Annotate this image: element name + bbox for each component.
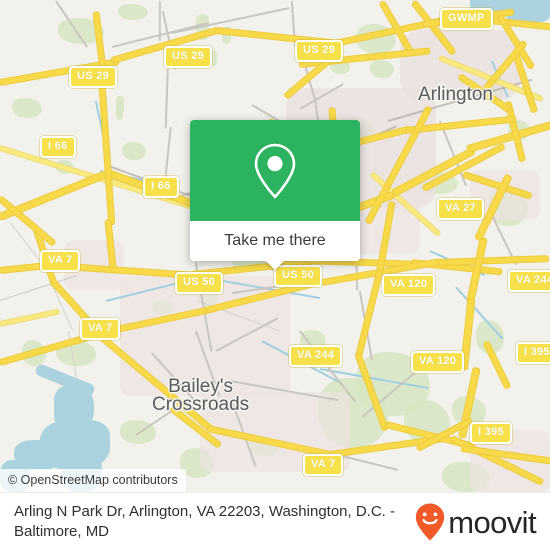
road-shield: US 29: [164, 46, 213, 68]
highway-us29: [99, 84, 115, 225]
road-shield: I 66: [143, 176, 179, 198]
card-pointer: [266, 261, 284, 270]
road-shield: US 29: [295, 40, 344, 62]
map-pin-icon: [254, 143, 296, 198]
park-area: [12, 98, 42, 118]
park-area: [370, 60, 394, 78]
park-area: [118, 4, 148, 20]
place-label: Arlington: [418, 84, 493, 106]
road-shield: VA 120: [382, 274, 436, 296]
location-title: Arling N Park Dr, Arlington, VA 22203, W…: [14, 503, 396, 540]
road-shield: US 29: [69, 66, 118, 88]
minor-road: [165, 68, 169, 129]
map-attribution[interactable]: © OpenStreetMap contributors: [0, 469, 186, 492]
place-label-line: Crossroads: [152, 394, 250, 415]
road-shield: US 50: [175, 272, 224, 294]
road-shield: VA 244: [508, 270, 550, 292]
place-label: Bailey's Crossroads: [152, 377, 250, 415]
road-shield: VA 7: [40, 250, 81, 272]
map-canvas[interactable]: GWMP US 29 US 29 US 29 I 66 I 66 VA 27 VA 7 US 5…: [0, 0, 550, 492]
take-me-there-button[interactable]: Take me there: [190, 221, 360, 261]
place-label-line: Arlington: [418, 84, 493, 105]
footer-bar: Arling N Park Dr, Arlington, VA 22203, W…: [0, 492, 550, 550]
moovit-pin-smile-icon: [416, 503, 445, 541]
minor-road: [159, 0, 161, 41]
road-shield: I 395: [516, 342, 550, 364]
take-me-there-card[interactable]: Take me there: [190, 120, 360, 270]
road-shield: I 66: [40, 136, 76, 158]
road-shield: VA 7: [303, 454, 344, 476]
park-area: [122, 142, 146, 160]
secondary-road: [0, 309, 60, 326]
moovit-wordmark: moovit: [448, 504, 536, 540]
road-shield: GWMP: [440, 8, 493, 30]
road-shield: VA 244: [289, 345, 343, 367]
road-shield: VA 7: [80, 318, 121, 340]
moovit-logo[interactable]: moovit: [414, 502, 550, 542]
park-area: [116, 100, 123, 120]
road-shield: VA 27: [437, 198, 484, 220]
map-page: GWMP US 29 US 29 US 29 I 66 I 66 VA 27 VA 7 US 5…: [0, 0, 550, 550]
road-shield: VA 120: [411, 351, 465, 373]
highway-va244: [437, 256, 549, 265]
road-shield: I 395: [470, 422, 512, 444]
card-image: [190, 120, 360, 221]
